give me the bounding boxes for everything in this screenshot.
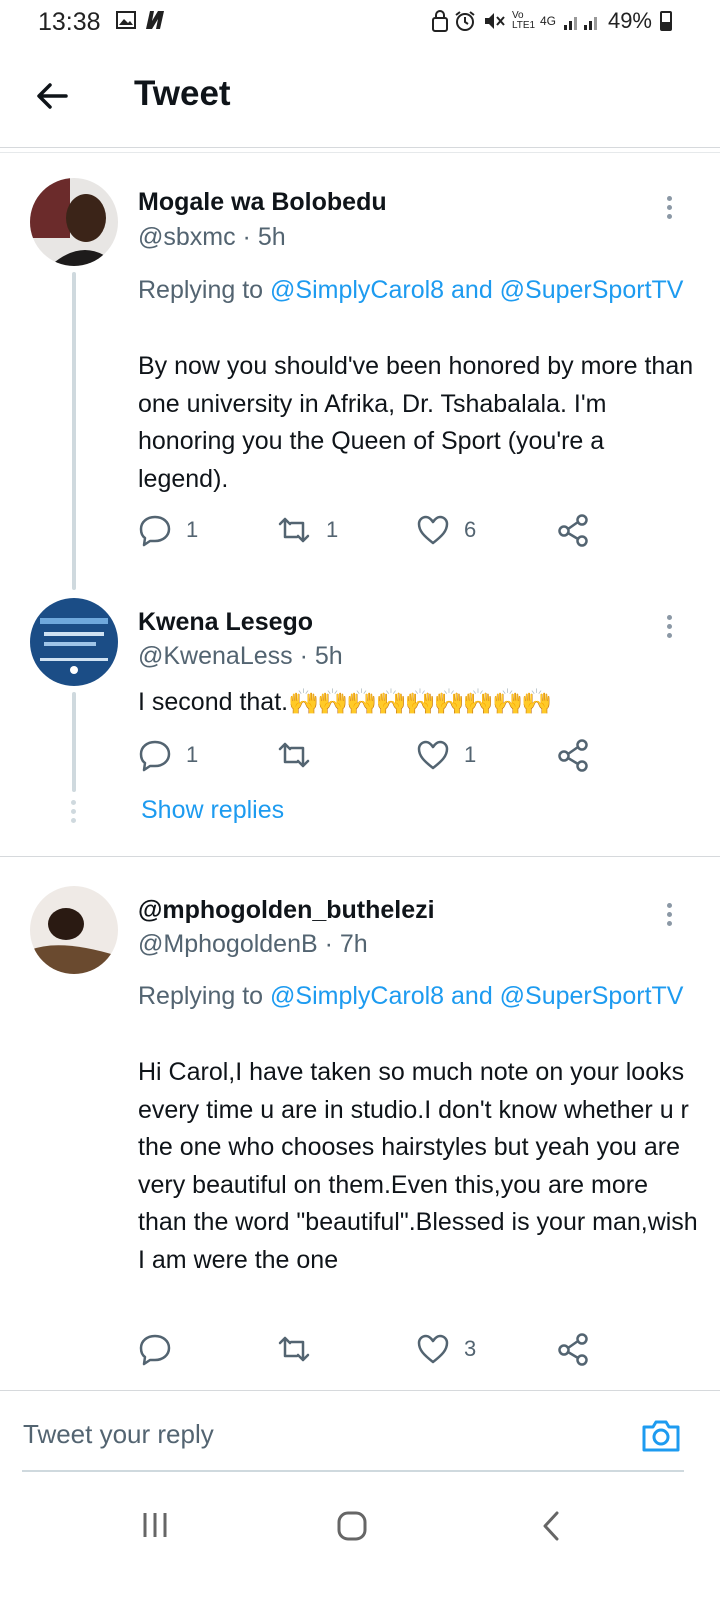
share-icon — [558, 514, 588, 547]
tweet-text: Hi Carol,I have taken so much note on yo… — [138, 1058, 698, 1274]
reply-icon — [139, 515, 171, 547]
status-notification-icons — [116, 10, 166, 30]
avatar[interactable] — [30, 598, 118, 686]
nav-back-icon[interactable] — [540, 1510, 562, 1542]
page-title: Tweet — [134, 74, 231, 113]
share-action[interactable] — [556, 738, 590, 772]
like-action[interactable]: 1 — [416, 738, 476, 772]
more-options-icon[interactable] — [665, 196, 673, 222]
tweet-text: I second that.🙌🙌🙌🙌🙌🙌🙌🙌🙌 — [138, 684, 698, 722]
status-system-icons: Vo LTE1 4G 49% — [431, 8, 672, 34]
like-count: 6 — [464, 517, 477, 542]
tweet-reply-input[interactable]: Tweet your reply — [23, 1419, 214, 1450]
retweet-icon — [278, 517, 310, 543]
battery-icon — [660, 11, 672, 31]
retweet-action[interactable] — [276, 738, 326, 772]
replying-prefix: Replying to — [138, 982, 264, 1010]
reply-composer: Tweet your reply — [0, 1390, 720, 1480]
avatar[interactable] — [30, 178, 118, 266]
like-count: 3 — [464, 1336, 477, 1361]
status-bar: 13:38 Vo LTE1 4G 49% — [0, 0, 720, 44]
top-bar: Tweet — [0, 44, 720, 148]
alarm-icon — [455, 11, 475, 31]
share-icon — [558, 739, 588, 772]
like-action[interactable]: 3 — [416, 1332, 476, 1366]
reply-action[interactable]: 1 — [138, 738, 198, 772]
replying-to: Replying to @SimplyCarol8 and @SuperSpor… — [138, 978, 698, 1015]
recent-apps-icon[interactable] — [140, 1510, 170, 1540]
thread-line — [72, 692, 76, 792]
replying-to: Replying to @SimplyCarol8 and @SuperSpor… — [138, 272, 698, 309]
heart-icon — [417, 740, 449, 770]
display-name[interactable]: Kwena Lesego — [138, 608, 313, 637]
reply-action[interactable]: 1 — [138, 513, 198, 547]
handle-and-time: @sbxmc · 5h — [138, 223, 286, 251]
network-label: 4G — [539, 14, 556, 28]
more-options-icon[interactable] — [665, 903, 673, 929]
handle-and-time: @KwenaLess · 5h — [138, 642, 343, 670]
camera-icon[interactable] — [641, 1415, 681, 1455]
reply-count: 1 — [186, 742, 199, 767]
avatar[interactable] — [30, 886, 118, 974]
handle-and-time: @MphogoldenB · 7h — [138, 930, 368, 958]
tweet-actions: 1 1 6 — [138, 513, 638, 553]
retweet-action[interactable]: 1 — [276, 513, 338, 547]
gallery-icon — [116, 11, 136, 29]
replying-mentions[interactable]: @SimplyCarol8 and @SuperSportTV — [270, 982, 683, 1010]
thread-continuation-dots — [71, 800, 77, 827]
header-divider — [0, 152, 720, 153]
replying-prefix: Replying to — [138, 276, 264, 304]
tweet-text: By now you should've been honored by mor… — [138, 352, 694, 493]
heart-icon — [417, 515, 449, 545]
tweet-actions: 1 1 — [138, 738, 638, 778]
status-time: 13:38 — [38, 8, 101, 36]
show-replies-link[interactable]: Show replies — [141, 796, 284, 825]
display-name[interactable]: @mphogolden_buthelezi — [138, 896, 435, 925]
replying-mentions[interactable]: @SimplyCarol8 and @SuperSportTV — [270, 276, 683, 304]
share-icon — [558, 1333, 588, 1366]
like-action[interactable]: 6 — [416, 513, 476, 547]
reply-icon — [139, 1334, 171, 1366]
reply-action[interactable] — [138, 1332, 186, 1366]
retweet-count: 1 — [326, 517, 339, 542]
share-action[interactable] — [556, 513, 590, 547]
reply-count: 1 — [186, 517, 199, 542]
netflix-icon — [146, 11, 164, 29]
reply-input-underline — [22, 1470, 684, 1472]
tweet-text-content: I second that. — [138, 688, 289, 716]
system-nav-bar — [0, 1490, 720, 1600]
volte-label: Vo LTE1 — [511, 10, 536, 31]
display-name[interactable]: Mogale wa Bolobedu — [138, 188, 387, 217]
section-divider — [0, 856, 720, 857]
thread-line — [72, 272, 76, 590]
retweet-action[interactable] — [276, 1332, 326, 1366]
raised-hands-emojis: 🙌🙌🙌🙌🙌🙌🙌🙌🙌 — [288, 688, 552, 716]
more-options-icon[interactable] — [665, 615, 673, 641]
heart-icon — [417, 1334, 449, 1364]
back-arrow-icon[interactable] — [32, 76, 72, 116]
home-icon[interactable] — [336, 1510, 368, 1542]
lock-icon — [431, 10, 448, 32]
retweet-icon — [278, 1336, 310, 1362]
like-count: 1 — [464, 742, 477, 767]
reply-icon — [139, 740, 171, 772]
tweet-actions: 3 — [138, 1332, 638, 1372]
signal-icon — [563, 17, 597, 30]
battery-percent: 49% — [607, 8, 652, 33]
retweet-icon — [278, 742, 310, 768]
share-action[interactable] — [556, 1332, 590, 1366]
mute-icon — [484, 13, 505, 29]
